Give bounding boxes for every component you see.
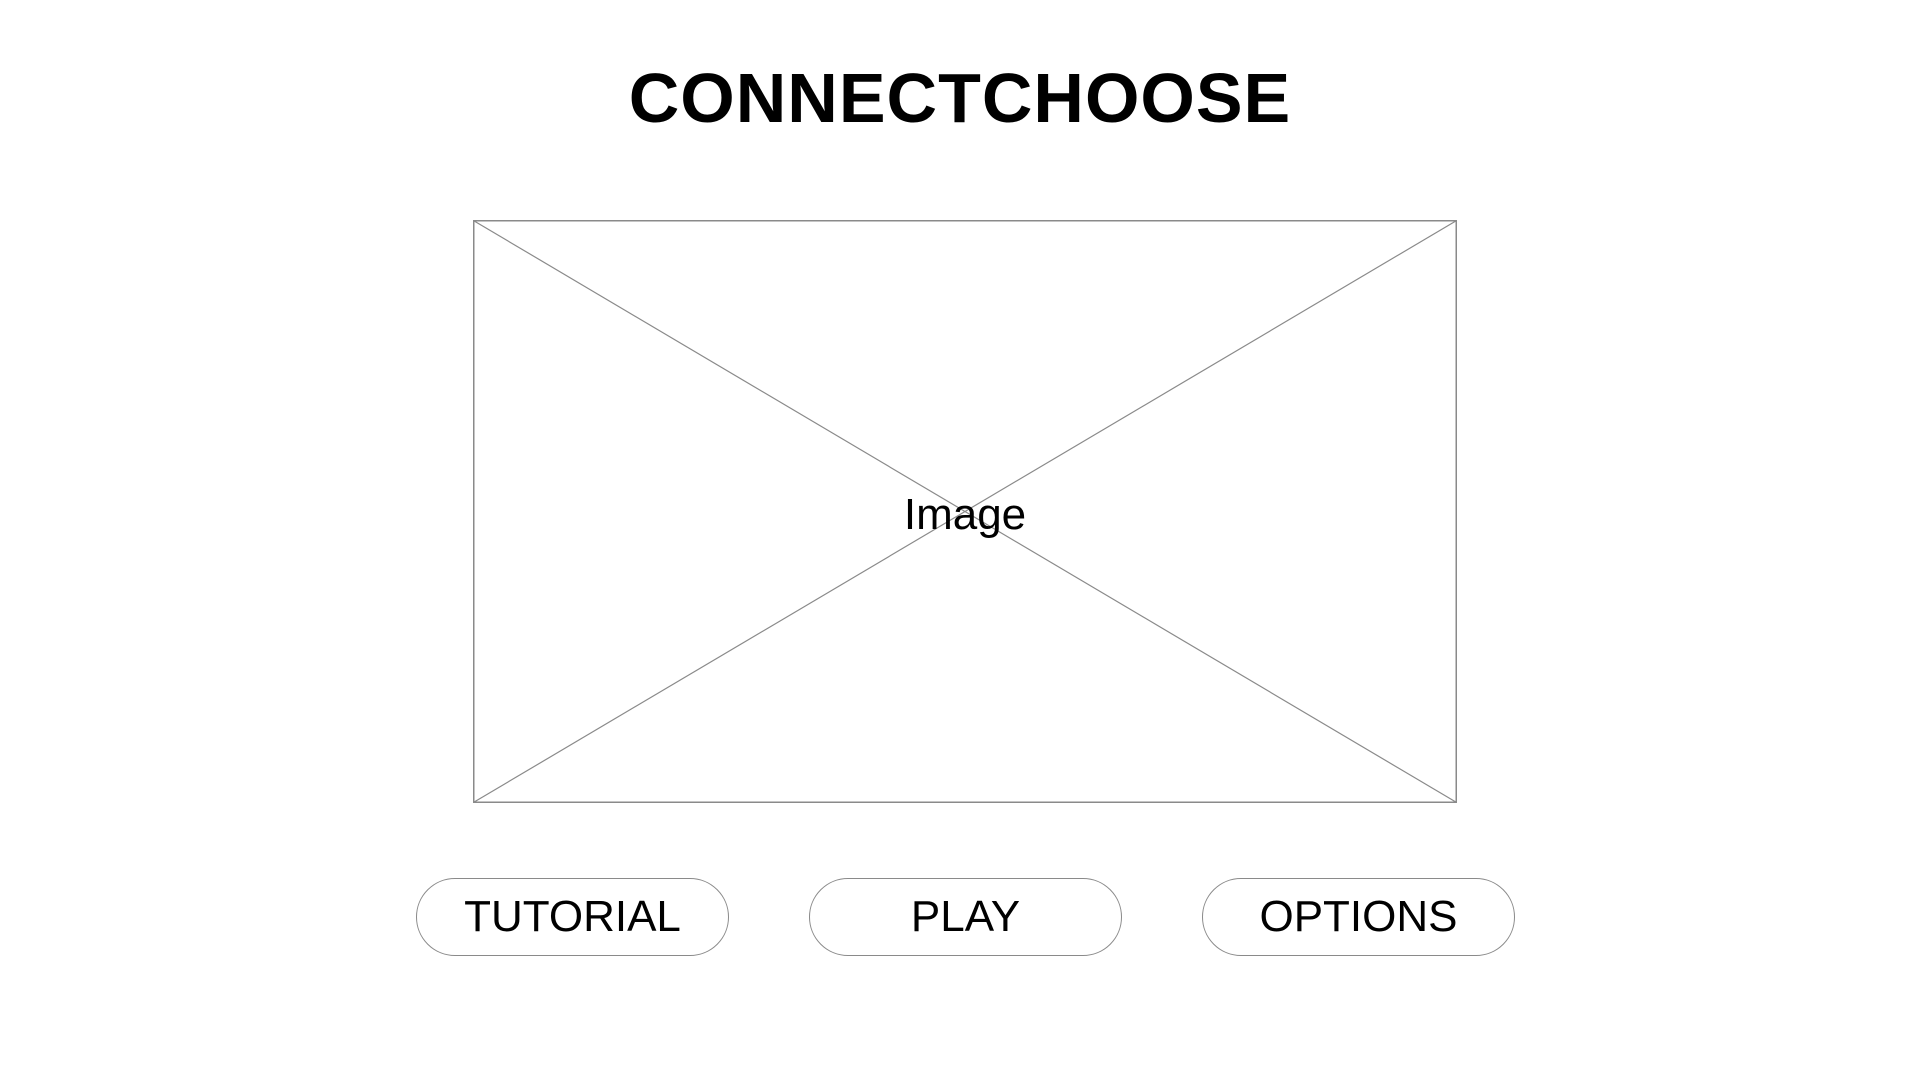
play-button[interactable]: PLAY <box>809 878 1122 956</box>
image-placeholder-label: Image <box>903 490 1027 539</box>
tutorial-button[interactable]: TUTORIAL <box>416 878 729 956</box>
image-placeholder: Image <box>473 220 1457 803</box>
game-title: CONNECTCHOOSE <box>628 59 1292 137</box>
options-button[interactable]: OPTIONS <box>1202 878 1515 956</box>
